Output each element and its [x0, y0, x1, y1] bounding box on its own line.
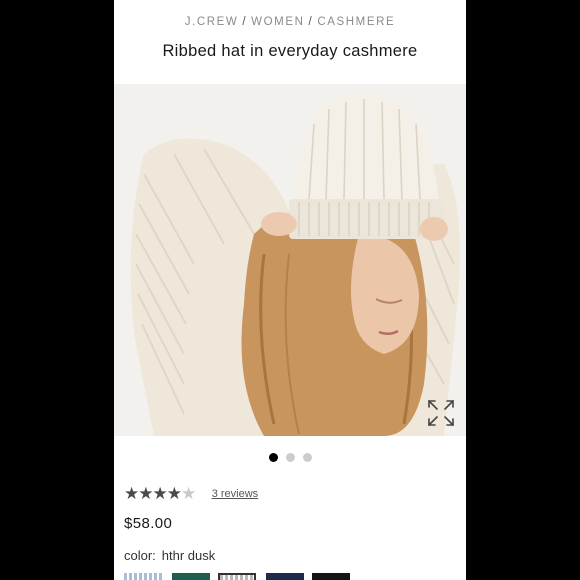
product-photo [114, 84, 466, 436]
rating-row: ★★★★★ 3 reviews [124, 484, 258, 504]
color-swatch-black[interactable] [312, 573, 350, 580]
pagination-dot-2[interactable] [285, 453, 295, 462]
reviews-link[interactable]: 3 reviews [212, 488, 258, 500]
image-pagination [114, 453, 466, 462]
breadcrumb-separator: / [242, 16, 248, 28]
color-swatch-light-blue[interactable] [124, 573, 162, 580]
color-value: hthr dusk [161, 548, 216, 563]
breadcrumb-women[interactable]: WOMEN [251, 16, 304, 28]
product-screen: J.CREW / WOMEN / CASHMERE Ribbed hat in ever… [114, 0, 466, 580]
breadcrumb-separator: / [308, 16, 314, 28]
star-filled-icon: ★ [166, 484, 182, 503]
breadcrumb-brand[interactable]: J.CREW [185, 16, 239, 28]
pagination-dot-1[interactable] [268, 453, 278, 462]
star-filled-icon: ★ [124, 484, 139, 503]
color-swatch-green[interactable] [172, 573, 210, 580]
breadcrumb-cashmere[interactable]: CASHMERE [317, 16, 395, 28]
breadcrumb: J.CREW / WOMEN / CASHMERE [114, 16, 466, 28]
product-image[interactable] [114, 84, 466, 436]
color-label: color: [124, 548, 156, 563]
color-swatch-heather-grey[interactable] [218, 573, 256, 580]
expand-arrows-icon[interactable] [426, 398, 456, 428]
star-empty-icon: ★ [181, 484, 196, 503]
color-swatch-navy[interactable] [266, 573, 304, 580]
pagination-dot-3[interactable] [302, 453, 312, 462]
star-filled-icon: ★ [152, 484, 168, 503]
star-filled-icon: ★ [138, 484, 153, 503]
product-title: Ribbed hat in everyday cashmere [162, 42, 418, 60]
star-rating[interactable]: ★★★★★ [124, 484, 196, 504]
color-selection: color: hthr dusk [124, 548, 215, 563]
price: $58.00 [124, 515, 173, 532]
